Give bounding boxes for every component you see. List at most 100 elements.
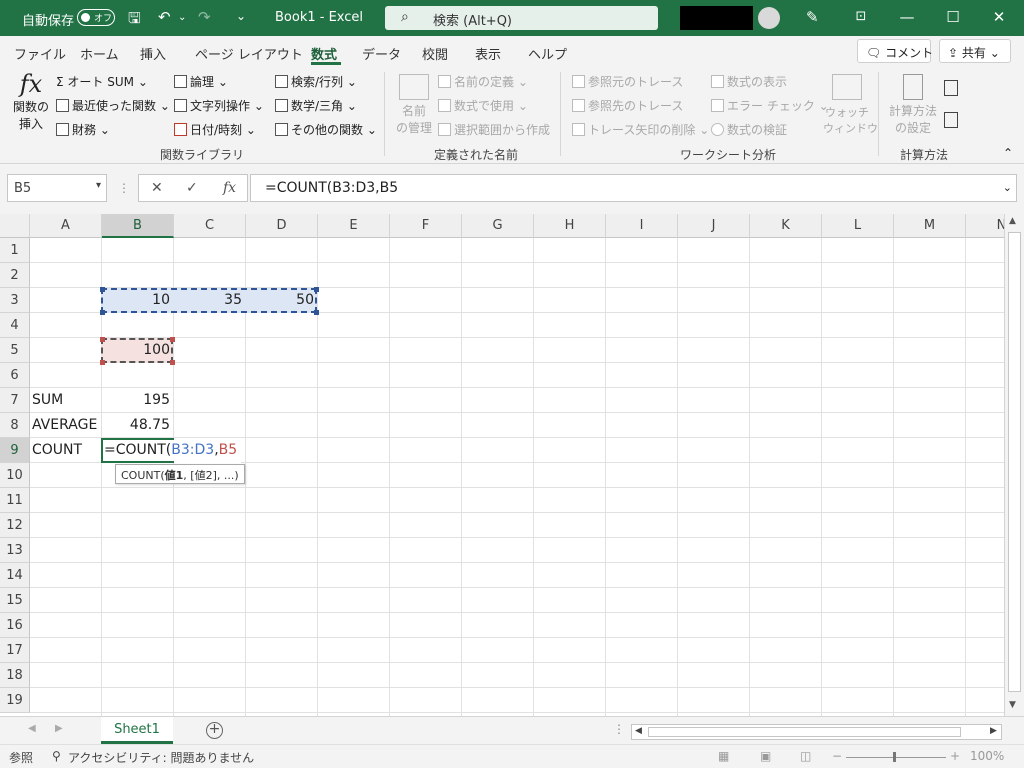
cell-b5[interactable]: 100 bbox=[101, 338, 173, 363]
cell-b9-editor[interactable]: =COUNT(B3:D3,B5 bbox=[104, 438, 237, 463]
function-tooltip[interactable]: COUNT(値1, [値2], ...) bbox=[115, 464, 245, 484]
watch-window-button[interactable]: ウォッチ ウィンドウ bbox=[823, 74, 878, 136]
math-button[interactable]: 数学/三角 ⌄ bbox=[275, 97, 357, 114]
tab-review[interactable]: 校閲 bbox=[422, 44, 448, 63]
tab-help[interactable]: ヘルプ bbox=[528, 44, 567, 63]
text-button[interactable]: 文字列操作 ⌄ bbox=[174, 97, 264, 114]
lookup-button[interactable]: 検索/行列 ⌄ bbox=[275, 73, 357, 90]
trace-dependents-button[interactable]: 参照先のトレース bbox=[572, 97, 683, 114]
column-header-g[interactable]: G bbox=[462, 214, 534, 238]
tab-insert[interactable]: 挿入 bbox=[140, 44, 166, 63]
pen-icon[interactable]: ✎ bbox=[806, 8, 819, 26]
next-sheet-icon[interactable]: ▶ bbox=[55, 723, 63, 734]
accessibility-icon[interactable]: ⚲ bbox=[52, 749, 61, 763]
use-in-formula-button[interactable]: 数式で使用 ⌄ bbox=[438, 97, 528, 114]
scroll-right-icon[interactable]: ▶ bbox=[990, 726, 997, 736]
scroll-thumb[interactable] bbox=[648, 727, 961, 737]
comment-button[interactable]: 🗨 コメント bbox=[857, 39, 933, 63]
sheet-tab-sheet1[interactable]: Sheet1 bbox=[101, 717, 173, 744]
row-header-4[interactable]: 4 bbox=[0, 313, 30, 338]
scroll-down-icon[interactable]: ▼ bbox=[1009, 700, 1016, 710]
horizontal-scrollbar[interactable]: ◀ ▶ bbox=[631, 724, 1002, 740]
tab-formulas[interactable]: 数式 bbox=[311, 44, 337, 63]
cell-b7[interactable]: 195 bbox=[101, 388, 173, 413]
create-from-selection-button[interactable]: 選択範囲から作成 bbox=[438, 121, 550, 138]
row-header-15[interactable]: 15 bbox=[0, 588, 30, 613]
zoom-level[interactable]: 100% bbox=[970, 749, 1004, 763]
zoom-in-icon[interactable]: + bbox=[950, 749, 960, 763]
recent-functions-button[interactable]: 最近使った関数 ⌄ bbox=[56, 97, 170, 114]
avatar[interactable] bbox=[758, 7, 780, 29]
collapse-ribbon-icon[interactable]: ⌃ bbox=[1003, 146, 1013, 160]
tab-page-layout[interactable]: ページ レイアウト bbox=[195, 44, 303, 63]
row-header-5[interactable]: 5 bbox=[0, 338, 30, 363]
row-header-16[interactable]: 16 bbox=[0, 613, 30, 638]
column-header-n[interactable]: N bbox=[966, 214, 1004, 238]
undo-dropdown-icon[interactable]: ⌄ bbox=[178, 12, 186, 23]
add-sheet-icon[interactable]: + bbox=[206, 722, 223, 739]
cell-a9[interactable]: COUNT bbox=[32, 438, 102, 463]
row-header-3[interactable]: 3 bbox=[0, 288, 30, 313]
maximize-icon[interactable]: ☐ bbox=[930, 0, 976, 34]
show-formulas-button[interactable]: 数式の表示 bbox=[711, 73, 787, 90]
evaluate-formula-button[interactable]: 数式の検証 bbox=[711, 121, 787, 138]
tab-home[interactable]: ホーム bbox=[80, 44, 119, 63]
autosum-button[interactable]: Σ オート SUM ⌄ bbox=[56, 73, 148, 90]
datetime-button[interactable]: 日付/時刻 ⌄ bbox=[174, 121, 256, 138]
scroll-thumb[interactable] bbox=[1008, 232, 1021, 692]
autosave-toggle[interactable]: オフ bbox=[77, 9, 115, 26]
enter-icon[interactable]: ✓ bbox=[186, 180, 198, 196]
zoom-slider[interactable] bbox=[846, 757, 946, 758]
column-header-m[interactable]: M bbox=[894, 214, 966, 238]
remove-arrows-button[interactable]: トレース矢印の削除 ⌄ bbox=[572, 121, 709, 138]
formula-input[interactable]: =COUNT(B3:D3,B5 ⌄ bbox=[250, 174, 1017, 202]
insert-function-button[interactable]: fx 関数の 挿入 bbox=[12, 70, 50, 132]
close-icon[interactable]: ✕ bbox=[976, 0, 1022, 34]
page-break-icon[interactable]: ◫ bbox=[800, 749, 811, 763]
cell-d3[interactable]: 50 bbox=[245, 288, 317, 313]
row-header-8[interactable]: 8 bbox=[0, 413, 30, 438]
trace-precedents-button[interactable]: 参照元のトレース bbox=[572, 73, 683, 90]
tab-file[interactable]: ファイル bbox=[14, 44, 66, 63]
calc-options-button[interactable]: 計算方法 の設定 bbox=[888, 74, 938, 136]
vertical-scrollbar[interactable]: ▲ ▼ bbox=[1004, 214, 1024, 716]
error-checking-button[interactable]: エラー チェック ⌄ bbox=[711, 97, 829, 114]
row-header-1[interactable]: 1 bbox=[0, 238, 30, 263]
cancel-icon[interactable]: ✕ bbox=[151, 180, 163, 196]
row-header-13[interactable]: 13 bbox=[0, 538, 30, 563]
accessibility-status[interactable]: アクセシビリティ: 問題ありません bbox=[68, 749, 254, 766]
calculate-sheet-icon[interactable] bbox=[944, 112, 958, 128]
row-header-19[interactable]: 19 bbox=[0, 688, 30, 713]
cell-a7[interactable]: SUM bbox=[32, 388, 102, 413]
undo-icon[interactable]: ↶ bbox=[158, 8, 171, 26]
worksheet-grid[interactable]: ABCDEFGHIJKLMN 1 2 3 4 5 6 7 8 9 10 11 12 13 14 15 16 17… bbox=[0, 214, 1004, 716]
name-manager-button[interactable]: 名前 の管理 bbox=[394, 74, 434, 136]
row-header-17[interactable]: 17 bbox=[0, 638, 30, 663]
select-all-corner[interactable] bbox=[0, 214, 30, 238]
normal-view-icon[interactable]: ▦ bbox=[718, 749, 729, 763]
column-header-e[interactable]: E bbox=[318, 214, 390, 238]
customize-qat-icon[interactable]: ⌄ bbox=[236, 9, 246, 23]
expand-formula-icon[interactable]: ⌄ bbox=[1003, 181, 1012, 194]
row-header-2[interactable]: 2 bbox=[0, 263, 30, 288]
define-name-button[interactable]: 名前の定義 ⌄ bbox=[438, 73, 528, 90]
column-header-b[interactable]: B bbox=[102, 214, 174, 238]
row-header-9[interactable]: 9 bbox=[0, 438, 30, 463]
column-header-l[interactable]: L bbox=[822, 214, 894, 238]
column-header-d[interactable]: D bbox=[246, 214, 318, 238]
row-header-18[interactable]: 18 bbox=[0, 663, 30, 688]
minimize-icon[interactable]: — bbox=[884, 0, 930, 34]
share-button[interactable]: ⇪ 共有 ⌄ bbox=[939, 39, 1011, 63]
column-header-k[interactable]: K bbox=[750, 214, 822, 238]
row-header-14[interactable]: 14 bbox=[0, 563, 30, 588]
zoom-out-icon[interactable]: − bbox=[832, 749, 842, 763]
row-header-10[interactable]: 10 bbox=[0, 463, 30, 488]
row-header-12[interactable]: 12 bbox=[0, 513, 30, 538]
column-header-a[interactable]: A bbox=[30, 214, 102, 238]
column-header-j[interactable]: J bbox=[678, 214, 750, 238]
cell-b8[interactable]: 48.75 bbox=[101, 413, 173, 438]
search-box[interactable]: ⌕ 検索 (Alt+Q) bbox=[385, 6, 658, 30]
column-header-h[interactable]: H bbox=[534, 214, 606, 238]
cell-b3[interactable]: 10 bbox=[101, 288, 173, 313]
cell-a8[interactable]: AVERAGE bbox=[32, 413, 102, 438]
